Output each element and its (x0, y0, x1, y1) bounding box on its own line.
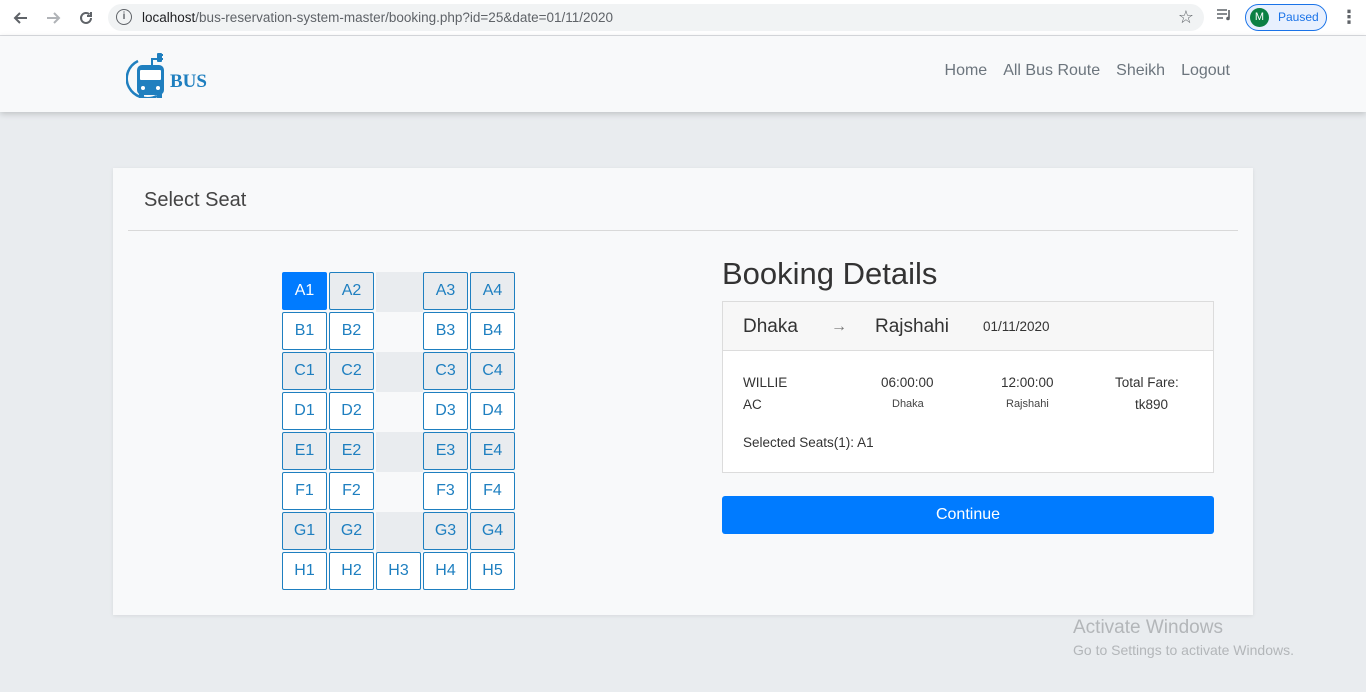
aisle (376, 392, 423, 432)
seat-h4[interactable]: H4 (423, 552, 468, 590)
seat-g2[interactable]: G2 (329, 512, 374, 550)
back-arrow-icon[interactable] (11, 8, 31, 28)
seat-d3[interactable]: D3 (423, 392, 468, 430)
profile-status: Paused (1278, 10, 1319, 24)
route-from: Dhaka (743, 316, 798, 337)
seat-h3[interactable]: H3 (376, 552, 421, 590)
seat-e1[interactable]: E1 (282, 432, 327, 470)
nav-menu: Home All Bus Route Sheikh Logout (945, 62, 1230, 80)
nav-link-logout[interactable]: Logout (1181, 62, 1230, 80)
divider (128, 230, 1238, 231)
card-title: Select Seat (144, 189, 247, 211)
seat-g3[interactable]: G3 (423, 512, 468, 550)
seat-g1[interactable]: G1 (282, 512, 327, 550)
seat-f3[interactable]: F3 (423, 472, 468, 510)
bookmark-star-icon[interactable]: ☆ (1178, 7, 1194, 28)
seat-c4[interactable]: C4 (470, 352, 515, 390)
seat-h5[interactable]: H5 (470, 552, 515, 590)
booking-details-box: Dhaka → Rajshahi 01/11/2020 WILLIE AC 06… (722, 301, 1214, 473)
route-header: Dhaka → Rajshahi 01/11/2020 (723, 302, 1213, 351)
seat-d4[interactable]: D4 (470, 392, 515, 430)
nav-link-home[interactable]: Home (945, 62, 988, 80)
aisle (376, 512, 423, 552)
departure-place: Dhaka (892, 398, 924, 410)
browser-menu-icon[interactable]: ⋮ (1340, 7, 1358, 28)
bus-name: WILLIE (743, 375, 788, 390)
departure-time: 06:00:00 (881, 375, 934, 390)
seat-b3[interactable]: B3 (423, 312, 468, 350)
seat-g4[interactable]: G4 (470, 512, 515, 550)
logo-text[interactable]: BUS (170, 71, 207, 93)
seat-b1[interactable]: B1 (282, 312, 327, 350)
seat-c3[interactable]: C3 (423, 352, 468, 390)
media-playlist-icon[interactable] (1216, 8, 1232, 26)
select-seat-card: Select Seat A1 A2 A3 A4 B1 B2 B3 B4 C1 C2 C3 C4 D1 D2… (113, 168, 1253, 615)
forward-arrow-icon[interactable] (43, 8, 63, 28)
seat-a4[interactable]: A4 (470, 272, 515, 310)
aisle (376, 352, 423, 392)
seat-f1[interactable]: F1 (282, 472, 327, 510)
seat-h1[interactable]: H1 (282, 552, 327, 590)
watermark-title: Activate Windows (1073, 617, 1223, 638)
journey-date: 01/11/2020 (983, 319, 1050, 334)
browser-toolbar: i localhost/bus-reservation-system-maste… (0, 0, 1366, 36)
reload-icon[interactable] (76, 8, 96, 28)
route-arrow-icon: → (831, 318, 847, 335)
seat-e4[interactable]: E4 (470, 432, 515, 470)
seat-d1[interactable]: D1 (282, 392, 327, 430)
aisle (376, 472, 423, 512)
nav-link-user[interactable]: Sheikh (1116, 62, 1165, 80)
site-info-icon[interactable]: i (116, 9, 132, 25)
aisle (376, 312, 423, 352)
avatar: M (1250, 8, 1269, 27)
seat-e3[interactable]: E3 (423, 432, 468, 470)
url-path: /bus-reservation-system-master/booking.p… (195, 10, 614, 25)
seat-b2[interactable]: B2 (329, 312, 374, 350)
aisle (376, 272, 423, 312)
seat-e2[interactable]: E2 (329, 432, 374, 470)
booking-details-title: Booking Details (722, 256, 938, 291)
seat-f2[interactable]: F2 (329, 472, 374, 510)
continue-button[interactable]: Continue (722, 496, 1214, 534)
fare-label: Total Fare: (1115, 375, 1179, 390)
selected-seats-summary: Selected Seats(1): A1 (743, 435, 874, 450)
url-text[interactable]: localhost/bus-reservation-system-master/… (142, 10, 613, 25)
url-host: localhost (142, 10, 196, 25)
seat-a2[interactable]: A2 (329, 272, 374, 310)
nav-link-all-bus-route[interactable]: All Bus Route (1003, 62, 1100, 80)
fare-value: tk890 (1135, 397, 1169, 412)
arrival-place: Rajshahi (1006, 398, 1049, 410)
arrival-time: 12:00:00 (1001, 375, 1054, 390)
seat-h2[interactable]: H2 (329, 552, 374, 590)
aisle (376, 432, 423, 472)
seat-c2[interactable]: C2 (329, 352, 374, 390)
profile-button[interactable]: M Paused (1245, 4, 1327, 31)
watermark-subtitle: Go to Settings to activate Windows. (1073, 642, 1294, 658)
address-bar[interactable]: i localhost/bus-reservation-system-maste… (108, 4, 1204, 31)
site-navbar: BUS Home All Bus Route Sheikh Logout (0, 36, 1366, 112)
route-to: Rajshahi (875, 316, 949, 337)
seat-a1[interactable]: A1 (282, 272, 327, 310)
seat-d2[interactable]: D2 (329, 392, 374, 430)
seat-f4[interactable]: F4 (470, 472, 515, 510)
bus-type: AC (743, 397, 762, 412)
seat-b4[interactable]: B4 (470, 312, 515, 350)
seat-a3[interactable]: A3 (423, 272, 468, 310)
seat-c1[interactable]: C1 (282, 352, 327, 390)
